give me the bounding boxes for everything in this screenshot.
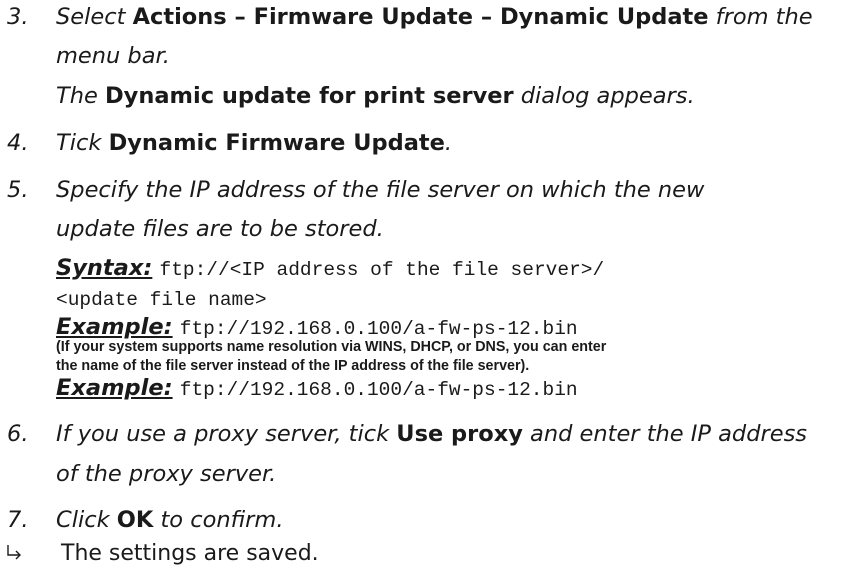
step-4-line-1: Tick Dynamic Firmware Update. [56, 130, 453, 156]
example-code: ftp://192.168.0.100/a-fw-ps-12.bin [179, 318, 578, 340]
syntax-code-continued: <update file name> [56, 289, 267, 311]
note-line-1: (If your system supports name resolution… [56, 339, 607, 355]
step-3-line-2: menu bar. [56, 43, 170, 69]
step-number: 5. [7, 177, 29, 203]
step-number: 6. [7, 421, 29, 447]
syntax-code: ftp://<IP address of the file server>/ [159, 259, 605, 281]
syntax-line-2: <update file name> [56, 287, 267, 311]
step-5-line-1: Specify the IP address of the file serve… [56, 177, 705, 203]
step-3-line-3: The Dynamic update for print server dial… [56, 83, 695, 109]
result-text: The settings are saved. [61, 541, 319, 566]
step-number: 3. [7, 4, 29, 30]
example-line-2: Example: ftp://192.168.0.100/a-fw-ps-12.… [56, 377, 578, 401]
result-arrow-icon [4, 543, 26, 563]
step-6-line-2: of the proxy server. [56, 461, 277, 487]
example-label: Example: [56, 375, 173, 401]
syntax-line: Syntax: ftp://<IP address of the file se… [56, 257, 604, 281]
step-number: 7. [7, 507, 29, 533]
note-line-2: the name of the file server instead of t… [56, 358, 530, 374]
step-7-line-1: Click OK to confirm. [56, 507, 284, 533]
example-code: ftp://192.168.0.100/a-fw-ps-12.bin [179, 379, 578, 401]
result-line: The settings are saved. [4, 543, 319, 565]
example-line: Example: ftp://192.168.0.100/a-fw-ps-12.… [56, 316, 578, 340]
step-5-line-2: update files are to be stored. [56, 216, 384, 242]
syntax-label: Syntax: [56, 255, 153, 281]
step-6-line-1: If you use a proxy server, tick Use prox… [56, 421, 808, 447]
example-label: Example: [56, 314, 173, 340]
step-number: 4. [7, 130, 29, 156]
step-3-line-1: Select Actions – Firmware Update – Dynam… [56, 4, 813, 30]
